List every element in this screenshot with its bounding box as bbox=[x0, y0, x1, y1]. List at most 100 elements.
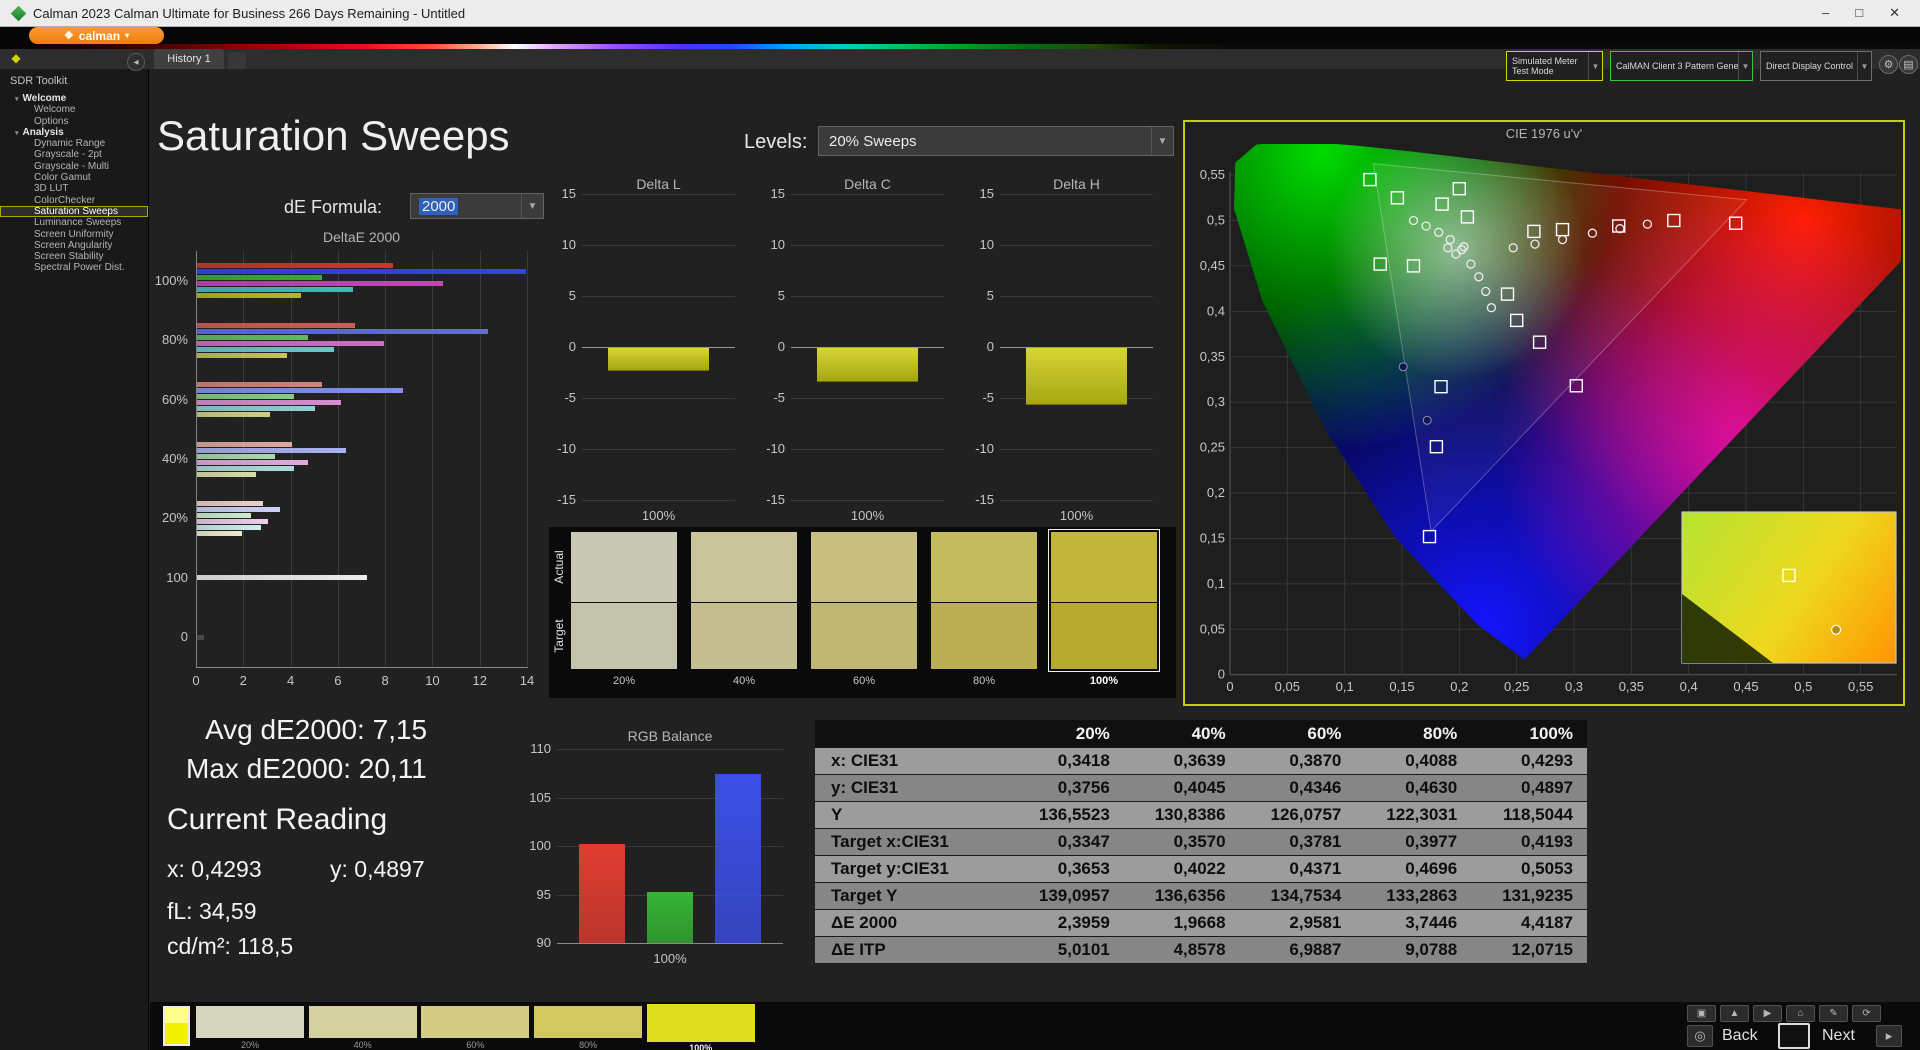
sidebar-item-3d-lut[interactable]: 3D LUT bbox=[0, 183, 148, 194]
deltae-bar bbox=[197, 406, 316, 412]
sidebar-item-grayscale-multi[interactable]: Grayscale - Multi bbox=[0, 161, 148, 172]
patch-swatch-20[interactable] bbox=[196, 1006, 304, 1038]
sidebar-item-luminance-sweeps[interactable]: Luminance Sweeps bbox=[0, 217, 148, 228]
cie-title: CIE 1976 u'v' bbox=[1505, 126, 1583, 141]
sidebar-section-welcome[interactable]: ▾ Welcome bbox=[0, 93, 148, 104]
deltae-bar bbox=[197, 394, 294, 400]
home-icon[interactable]: ⌂ bbox=[1786, 1005, 1815, 1022]
next-button[interactable]: Next bbox=[1822, 1027, 1855, 1045]
deltae-bar bbox=[197, 293, 302, 299]
settings-gear-button[interactable]: ⚙ bbox=[1879, 55, 1898, 74]
deltae-bar bbox=[197, 575, 368, 581]
cell: 130,8386 bbox=[1154, 805, 1226, 824]
patch-swatch-40[interactable] bbox=[308, 1006, 417, 1038]
maximize-button[interactable]: □ bbox=[1855, 5, 1863, 21]
row-label: y: CIE31 bbox=[831, 778, 899, 797]
sidebar-item-options[interactable]: Options bbox=[0, 116, 148, 127]
tab-history-1[interactable]: History 1 bbox=[154, 49, 224, 69]
pattern-generator-dropdown[interactable]: CalMAN Client 3 Pattern Generator ▼ bbox=[1610, 51, 1753, 81]
gridline bbox=[582, 245, 735, 246]
screenshot-icon[interactable]: ▣ bbox=[1687, 1005, 1716, 1022]
results-table: 20% 40% 60% 80% 100% x: CIE31 0,3418 0,3639 0,38… bbox=[815, 720, 1587, 964]
deltae-bar bbox=[197, 518, 268, 524]
blue-bar bbox=[715, 774, 761, 943]
minimize-button[interactable]: – bbox=[1822, 5, 1829, 21]
target-swatch-20 bbox=[571, 603, 677, 669]
axis-label: 10 bbox=[425, 673, 440, 688]
notes-icon[interactable]: ✎ bbox=[1819, 1005, 1848, 1022]
sidebar-item-colorchecker[interactable]: ColorChecker bbox=[0, 195, 148, 206]
de-formula-dropdown[interactable]: 2000 ▼ bbox=[410, 193, 544, 219]
deltae-bar bbox=[197, 453, 276, 459]
back-button[interactable]: Back bbox=[1722, 1027, 1758, 1045]
sidebar-section-analysis[interactable]: ▾ Analysis bbox=[0, 127, 148, 138]
table-row: ΔE ITP 5,0101 4,8578 6,9887 9,0788 12,0715 bbox=[815, 937, 1587, 964]
close-button[interactable]: ✕ bbox=[1889, 5, 1900, 21]
sidebar-item-spectral-power-dist[interactable]: Spectral Power Dist. bbox=[0, 262, 148, 273]
sidebar-item-saturation-sweeps[interactable]: Saturation Sweeps bbox=[0, 205, 148, 218]
new-tab-button[interactable] bbox=[228, 52, 246, 69]
gridline bbox=[582, 500, 735, 501]
svg-text:0,5: 0,5 bbox=[1794, 679, 1812, 694]
sidebar-item-welcome[interactable]: Welcome bbox=[0, 104, 148, 115]
deltae-bar bbox=[197, 459, 309, 465]
swatch-label: 60% bbox=[852, 675, 876, 687]
axis-label: 0 bbox=[777, 339, 785, 354]
sidebar-item-grayscale-2pt[interactable]: Grayscale - 2pt bbox=[0, 149, 148, 160]
display-control-label: Direct Display Control bbox=[1766, 61, 1854, 71]
delta-bar bbox=[1026, 348, 1127, 406]
sidebar-item-screen-uniformity[interactable]: Screen Uniformity bbox=[0, 229, 148, 240]
workspace-layout-button[interactable]: ▤ bbox=[1899, 55, 1918, 74]
sidebar-item-color-gamut[interactable]: Color Gamut bbox=[0, 172, 148, 183]
swatch-label: 80% bbox=[972, 675, 996, 687]
meter-control-dropdown[interactable]: Simulated Meter Test Mode ▼ bbox=[1506, 51, 1603, 81]
axis-label: -10 bbox=[766, 441, 785, 456]
refresh-icon[interactable]: ⟳ bbox=[1852, 1005, 1881, 1022]
arrow-up-icon[interactable]: ▲ bbox=[1720, 1005, 1749, 1022]
row-label: Target y:CIE31 bbox=[831, 859, 949, 878]
patch-swatch-100[interactable] bbox=[646, 1004, 755, 1042]
deltae-bar bbox=[197, 382, 323, 388]
sidebar-section-label: Analysis bbox=[22, 127, 64, 139]
cell: 4,8578 bbox=[1173, 940, 1226, 959]
forward-button[interactable]: ▸ bbox=[1876, 1025, 1902, 1047]
deltae-bar bbox=[197, 506, 280, 512]
pattern-generator-label: CalMAN Client 3 Pattern Generator bbox=[1616, 61, 1738, 71]
sidebar-item-screen-stability[interactable]: Screen Stability bbox=[0, 251, 148, 262]
display-control-dropdown[interactable]: Direct Display Control ▼ bbox=[1760, 51, 1872, 81]
target-button[interactable]: ◎ bbox=[1687, 1025, 1713, 1047]
cell: 0,4293 bbox=[1521, 751, 1573, 770]
app-menu-icon[interactable]: ◆ bbox=[8, 50, 24, 66]
axis-label: 2 bbox=[239, 673, 247, 688]
pattern-window-button[interactable] bbox=[1778, 1023, 1810, 1049]
svg-text:0,35: 0,35 bbox=[1200, 349, 1225, 364]
page-title: Saturation Sweeps bbox=[157, 112, 510, 159]
target-swatch-60 bbox=[811, 603, 917, 669]
axis-label: 10 bbox=[979, 237, 994, 252]
current-patch-swatch[interactable] bbox=[163, 1006, 190, 1046]
gridline bbox=[479, 251, 481, 667]
patch-swatch-60[interactable] bbox=[421, 1006, 530, 1038]
cell: 0,5053 bbox=[1521, 859, 1573, 878]
reading-x: x: 0,4293 bbox=[167, 856, 262, 882]
avg-de2000-reading: Avg dE2000: 7,15 bbox=[205, 714, 428, 745]
calman-logo-button[interactable]: ❖ calman ▾ bbox=[29, 27, 164, 44]
cell: 136,6356 bbox=[1154, 886, 1226, 905]
sidebar-tree: ▾ Welcome Welcome Options ▾ Analysis Dynamic R… bbox=[0, 93, 148, 274]
levels-dropdown[interactable]: 20% Sweeps ▼ bbox=[818, 126, 1174, 156]
deltae-bar bbox=[197, 634, 205, 640]
axis-label: 8 bbox=[381, 673, 389, 688]
axis-label: 15 bbox=[770, 186, 785, 201]
gridline bbox=[557, 943, 783, 944]
actual-row-label: Actual bbox=[552, 550, 566, 584]
sidebar-item-screen-angularity[interactable]: Screen Angularity bbox=[0, 240, 148, 251]
column-header: 60% bbox=[1307, 723, 1342, 743]
play-icon[interactable]: ▶ bbox=[1753, 1005, 1782, 1022]
sidebar-item-dynamic-range[interactable]: Dynamic Range bbox=[0, 138, 148, 149]
svg-text:0,05: 0,05 bbox=[1200, 621, 1225, 636]
sidebar-collapse-button[interactable]: ◂ bbox=[127, 53, 145, 71]
axis-label: 100 bbox=[529, 838, 551, 853]
swatch-label: 40% bbox=[732, 675, 756, 687]
patch-swatch-80[interactable] bbox=[534, 1006, 643, 1038]
svg-text:0,4: 0,4 bbox=[1680, 679, 1698, 694]
